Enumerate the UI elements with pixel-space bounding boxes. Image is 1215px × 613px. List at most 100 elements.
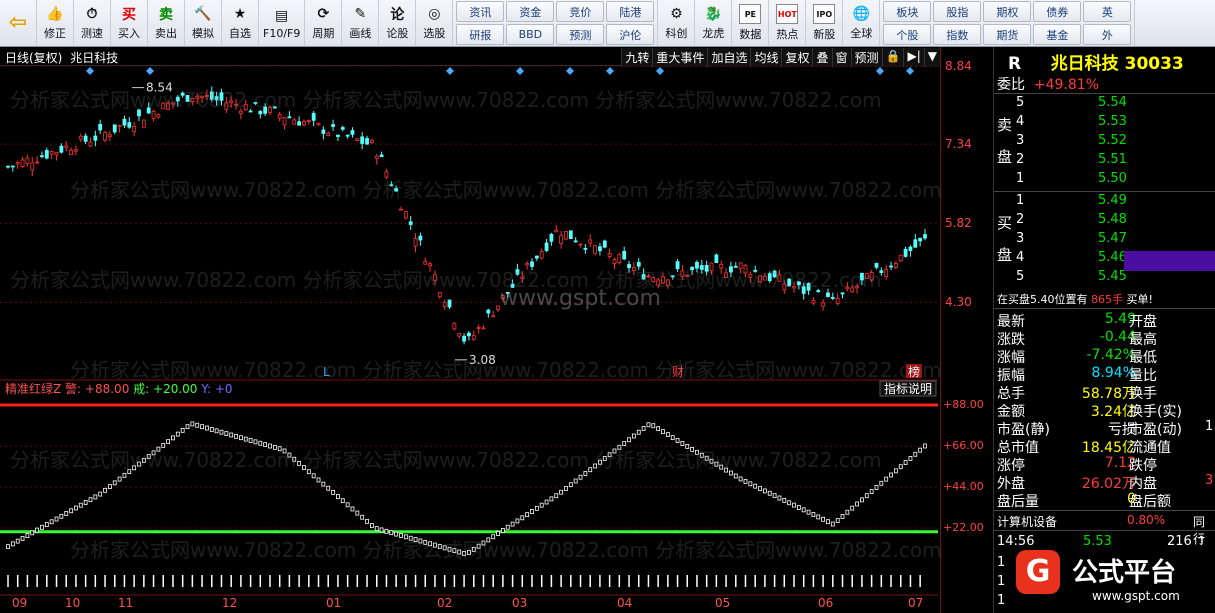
buy-level-row[interactable]: 4 5.46 [1016, 250, 1136, 265]
sell-level-row[interactable]: 4 5.53 [1016, 114, 1136, 129]
candle-body [539, 251, 544, 259]
candle-body [6, 165, 10, 168]
price-axis-label: 4.30 [945, 295, 972, 310]
grid-button[interactable]: 债券 [1033, 1, 1082, 22]
indicator-box [860, 497, 864, 503]
indicator-box [384, 528, 389, 534]
sell-level-row[interactable]: 2 5.51 [1016, 152, 1136, 167]
logo-url: www.gspt.com [1092, 589, 1180, 603]
indicator-box [93, 494, 98, 500]
candle-body [30, 162, 35, 171]
divider [994, 191, 1215, 192]
数据-button[interactable]: PE 数据 [732, 0, 770, 46]
sell-level-row[interactable]: 3 5.52 [1016, 133, 1136, 148]
stat-key: 涨跌 [997, 332, 1025, 348]
month-label: 12 [222, 596, 237, 610]
level-price: 5.54 [1098, 95, 1127, 110]
level-num: 1 [1016, 193, 1025, 208]
buy-level-row[interactable]: 1 5.49 [1016, 193, 1136, 208]
grid-button[interactable]: 资讯 [456, 1, 505, 22]
论股-button[interactable]: 论论股 [379, 0, 417, 46]
龙虎-button[interactable]: 🐉 龙虎 [695, 0, 733, 46]
level-price: 5.52 [1098, 133, 1127, 148]
grid-button[interactable]: 陆港 [606, 1, 655, 22]
indicator-box [180, 427, 185, 433]
divider [994, 93, 1215, 94]
indicator-box [190, 421, 195, 427]
candle-body [59, 145, 64, 153]
grid-button[interactable]: 板块 [883, 1, 932, 22]
buy-level-row[interactable]: 2 5.48 [1016, 212, 1136, 227]
grid-button[interactable]: 期权 [983, 1, 1032, 22]
stat-row: 总手 58.78万 换手 [997, 383, 1215, 402]
stat-extra: 1 [1205, 419, 1213, 434]
stat-key2: 跌停 [1129, 458, 1157, 474]
grid-button[interactable]: 个股 [883, 24, 932, 45]
grid-button[interactable]: 英 [1083, 1, 1132, 22]
stat-key2: 换手 [1129, 386, 1157, 402]
grid-button[interactable]: 资金 [506, 1, 555, 22]
grid-button[interactable]: 指数 [933, 24, 982, 45]
自选-button[interactable]: ★ 自选 [222, 0, 259, 46]
grid-button[interactable]: 股指 [933, 1, 982, 22]
candle-body [918, 237, 923, 242]
grid-button[interactable]: 研报 [456, 24, 505, 45]
新股-button[interactable]: IPO 新股 [806, 0, 844, 46]
F10/F9-button[interactable]: ▤ F10/F9 [259, 0, 306, 46]
buy-level-row[interactable]: 5 5.45 [1016, 269, 1136, 284]
grid-button[interactable]: 外 [1083, 24, 1132, 45]
candle-body [74, 149, 78, 152]
indicator-box [69, 508, 73, 514]
indicator-header-part: 警: [61, 381, 85, 396]
测速-button[interactable]: ⏱ 测速 [74, 0, 111, 46]
stat-row: 涨停 7.12 跌停 [997, 455, 1215, 474]
webi-label: 委比 [997, 77, 1025, 93]
模拟-button[interactable]: 🔨 模拟 [185, 0, 222, 46]
candle-body [49, 151, 54, 155]
选股-button[interactable]: ◎ 选股 [416, 0, 454, 46]
level-num: 3 [1016, 231, 1025, 246]
grid-button[interactable]: 预测 [556, 24, 605, 45]
chart-panel[interactable]: 日线(复权) 兆日科技 九转 重大事件 加自选 均线 复权叠窗预测 🔒 ▶| ▼ 8.54 3.… [0, 47, 940, 613]
grid-button[interactable]: 期货 [983, 24, 1032, 45]
candle-body [122, 118, 127, 126]
sector-row[interactable]: 计算机设备 0.80% 同行 [997, 513, 1215, 546]
买入-button[interactable]: 买买入 [111, 0, 148, 46]
candle-body [369, 139, 374, 143]
周期-button[interactable]: ⟳ 周期 [305, 0, 343, 46]
indicator-box [806, 509, 811, 515]
candle-body [428, 263, 433, 267]
sector-name: 计算机设备 [997, 515, 1058, 529]
price-axis-label: 8.84 [945, 59, 972, 73]
candle-body [442, 302, 447, 307]
indicator-box [219, 429, 224, 435]
chart-svg: 8.543.08L 财榜www.gspt.com精准红绿Z 警: +88.00 戒… [0, 65, 940, 610]
全球-button[interactable]: 🌐 全球 [843, 0, 881, 46]
sell-label: 卖 [997, 116, 1013, 134]
grid-button[interactable]: 沪伦 [606, 24, 655, 45]
科创-button[interactable]: ⚙ 科创 [658, 0, 696, 46]
热点-button[interactable]: HOT 热点 [769, 0, 807, 46]
candle-body [607, 253, 612, 258]
sell-level-row[interactable]: 1 5.50 [1016, 171, 1136, 186]
grid-button[interactable]: BBD [506, 24, 555, 45]
indicator-box [205, 425, 209, 431]
修正-button[interactable]: 👍 修正 [37, 0, 74, 46]
indicator-box [40, 524, 44, 530]
sell-level-row[interactable]: 5 5.54 [1016, 95, 1136, 110]
tick-row-val: 1 [997, 574, 1006, 589]
candle-body [127, 122, 132, 128]
candle-body [714, 254, 719, 263]
画线-button[interactable]: ✎ 画线 [342, 0, 380, 46]
stat-key: 涨幅 [997, 350, 1025, 366]
buy-level-row[interactable]: 3 5.47 [1016, 231, 1136, 246]
candle-body [898, 254, 903, 262]
grid-button[interactable]: 竞价 [556, 1, 605, 22]
back-button[interactable]: ⇦ [0, 0, 37, 46]
grid-button[interactable]: 基金 [1033, 24, 1082, 45]
price-axis-label: 5.82 [945, 216, 972, 231]
level-price: 5.45 [1098, 269, 1127, 284]
indicator-box [903, 460, 908, 465]
卖出-button[interactable]: 卖卖出 [148, 0, 185, 46]
candle-body [913, 239, 918, 248]
